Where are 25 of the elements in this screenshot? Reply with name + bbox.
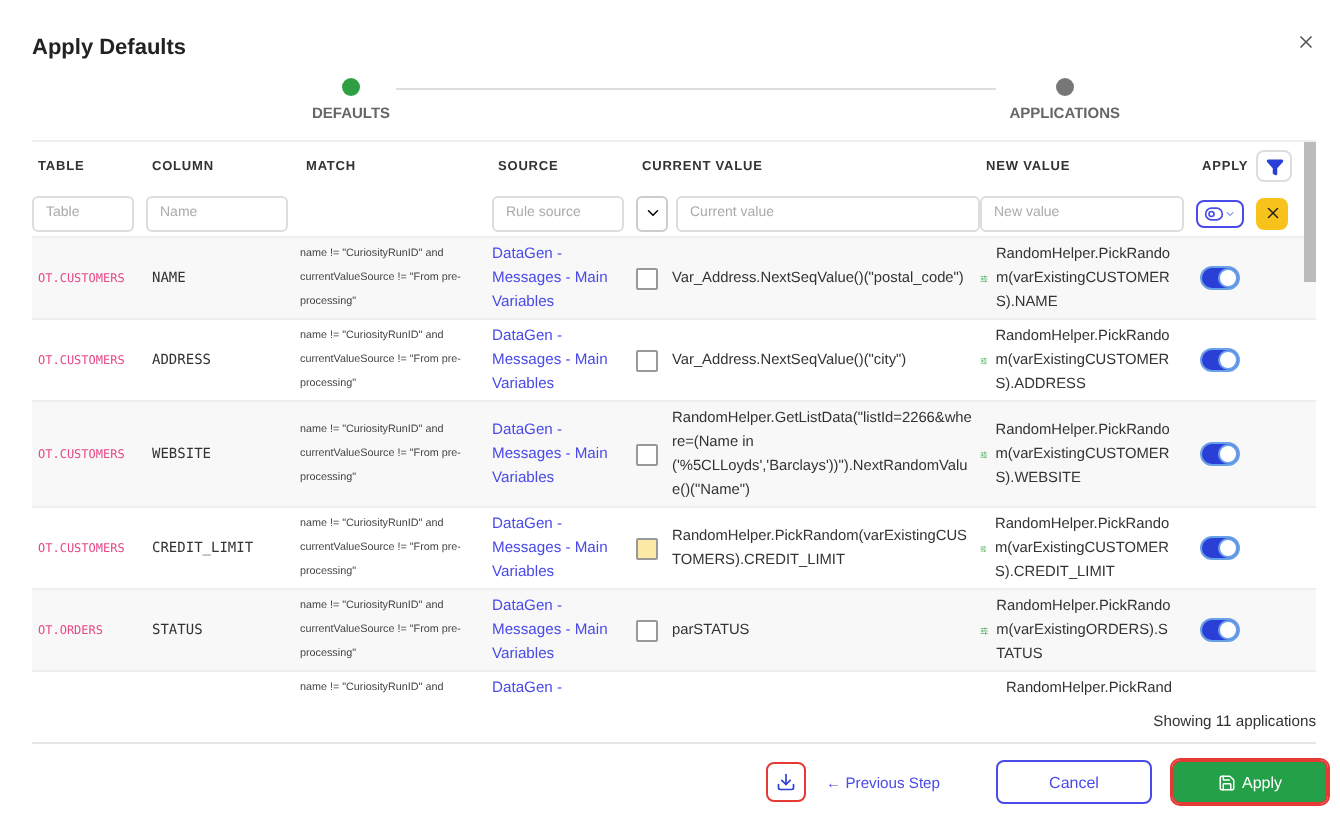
- filter-icon: [1265, 157, 1283, 175]
- checkbox[interactable]: [636, 619, 658, 641]
- apply-toggle[interactable]: [1200, 618, 1240, 642]
- caret-icon: [1224, 207, 1236, 219]
- apply-toggle[interactable]: [1200, 536, 1240, 560]
- close-icon[interactable]: [1296, 32, 1316, 52]
- apply-toggle[interactable]: [1200, 348, 1240, 372]
- chevron-icon: [643, 204, 661, 222]
- dialog-title: Apply Defaults: [32, 36, 187, 60]
- apply-toggle[interactable]: [1200, 442, 1240, 466]
- apply-toggle[interactable]: [1200, 266, 1240, 290]
- checkbox[interactable]: [636, 443, 658, 465]
- save-icon: [1217, 773, 1236, 791]
- checkbox[interactable]: [636, 349, 658, 371]
- toggle-filter-button[interactable]: [1196, 199, 1244, 227]
- checkbox[interactable]: [636, 537, 658, 559]
- toggle-icon: [1204, 203, 1224, 223]
- close-icon: [1263, 204, 1281, 222]
- cancel-button[interactable]: Cancel: [996, 760, 1152, 804]
- checkbox[interactable]: [636, 267, 658, 289]
- filter-button[interactable]: [1256, 150, 1292, 182]
- download-button[interactable]: [766, 762, 807, 802]
- clear-filter-button[interactable]: [1256, 197, 1288, 229]
- apply-button[interactable]: Apply: [1172, 760, 1328, 804]
- download-icon: [776, 772, 797, 792]
